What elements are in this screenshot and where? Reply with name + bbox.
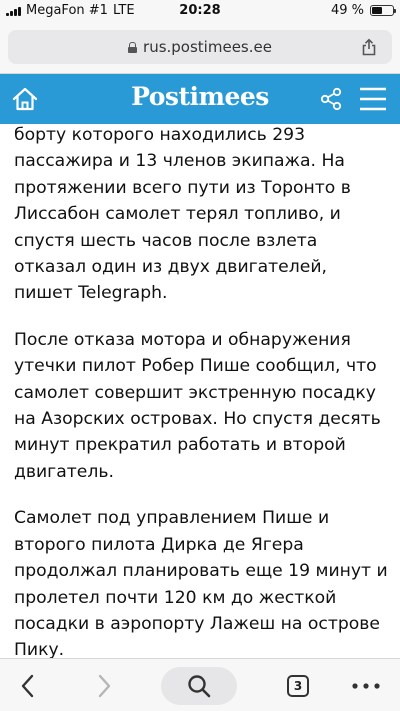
battery-percent: 49 %	[330, 3, 364, 18]
share-icon[interactable]	[360, 38, 378, 56]
tabs-count: 3	[287, 675, 309, 697]
tabs-button[interactable]: 3	[282, 667, 314, 705]
article-paragraph: После отказа мотора и обнаружения утечки…	[14, 329, 381, 482]
chevron-left-icon	[21, 674, 34, 698]
battery-icon	[370, 5, 396, 16]
browser-address-area: rus.postimees.ee	[0, 22, 400, 74]
status-bar: MegaFon #1 LTE 20:28 49 %	[0, 0, 400, 22]
article-paragraph: Самолет под управлением Пише и второго п…	[14, 508, 388, 658]
url-text: rus.postimees.ee	[143, 38, 272, 56]
forward-button[interactable]	[88, 667, 120, 705]
ellipsis-icon	[352, 683, 380, 689]
site-header: Postimees	[0, 74, 400, 124]
url-field[interactable]: rus.postimees.ee	[8, 30, 392, 64]
search-icon	[188, 675, 211, 698]
more-button[interactable]	[346, 667, 386, 705]
hamburger-menu-icon[interactable]	[358, 85, 388, 113]
share-nodes-icon[interactable]	[318, 86, 344, 112]
article-body: борту которого находились 293 пассажира …	[14, 124, 390, 658]
lock-icon	[128, 41, 138, 53]
search-button[interactable]	[161, 667, 237, 705]
back-button[interactable]	[12, 667, 44, 705]
browser-toolbar: 3	[0, 658, 400, 711]
battery-level	[372, 7, 382, 14]
article-paragraph: борту которого находились 293 пассажира …	[14, 125, 351, 304]
chevron-right-icon	[98, 674, 111, 698]
battery-info: 49 %	[330, 3, 396, 18]
